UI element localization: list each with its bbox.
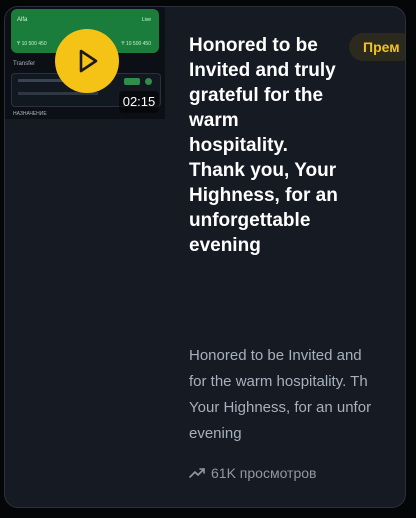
- description-line: for the warm hospitality. Th: [189, 373, 368, 390]
- trending-up-icon: [189, 468, 205, 478]
- video-title[interactable]: Honored to be Invited and truly grateful…: [189, 33, 339, 258]
- thumbnail-text: ₸ 10 500 450: [17, 41, 47, 47]
- description-line: evening: [189, 425, 242, 442]
- thumbnail-text: ₸ 10 500 450: [121, 41, 151, 47]
- thumbnail-text: НАЗНАЧЕНИЕ: [13, 111, 47, 117]
- thumbnail-text: Live: [141, 17, 151, 23]
- video-description: Honored to be Invited and for the warm h…: [189, 343, 405, 447]
- thumbnail-dot: [145, 78, 152, 85]
- description-line: Honored to be Invited and: [189, 347, 362, 364]
- description-line: Your Highness, for an unfor: [189, 399, 372, 416]
- play-button[interactable]: [55, 29, 119, 93]
- thumbnail-text: Alfa: [17, 17, 28, 23]
- video-card[interactable]: Alfa Live ₸ 10 500 450 ₸ 10 500 450 Tran…: [4, 6, 406, 508]
- play-icon: [79, 49, 98, 73]
- premium-badge: Прем: [349, 33, 405, 61]
- video-duration: 02:15: [119, 91, 159, 113]
- view-count-label: 61K просмотров: [211, 465, 317, 481]
- thumbnail-pill: [124, 78, 140, 85]
- thumbnail-text: Transfer: [13, 61, 36, 67]
- view-count: 61K просмотров: [189, 463, 316, 483]
